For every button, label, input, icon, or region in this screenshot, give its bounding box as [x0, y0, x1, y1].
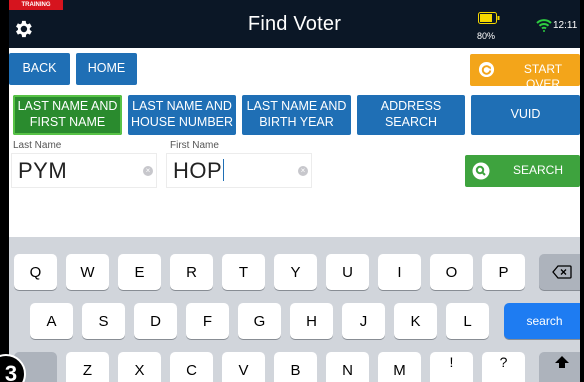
- key-r[interactable]: R: [170, 254, 213, 290]
- key-x[interactable]: X: [118, 352, 161, 382]
- key-i[interactable]: I: [378, 254, 421, 290]
- wifi-icon: [536, 19, 552, 32]
- key-a[interactable]: A: [30, 303, 73, 339]
- training-badge: TRAINING: [9, 0, 63, 10]
- key-q[interactable]: Q: [14, 254, 57, 290]
- key-w[interactable]: W: [66, 254, 109, 290]
- key-g[interactable]: G: [238, 303, 281, 339]
- title-bar: TRAINING Find Voter 80% 12:11 PM: [9, 0, 584, 48]
- last-name-label: Last Name: [13, 140, 62, 151]
- keyboard-search-key[interactable]: search: [504, 303, 584, 339]
- key-f[interactable]: F: [186, 303, 229, 339]
- key-b[interactable]: B: [274, 352, 317, 382]
- key-o[interactable]: O: [430, 254, 473, 290]
- key-v[interactable]: V: [222, 352, 265, 382]
- home-button[interactable]: HOME: [76, 53, 137, 85]
- shift-right-key[interactable]: [539, 352, 584, 382]
- key-n[interactable]: N: [326, 352, 369, 382]
- clear-first-name-icon[interactable]: ×: [298, 166, 308, 176]
- shift-arrow-icon: [555, 356, 569, 368]
- backspace-icon: [552, 265, 572, 279]
- first-name-field[interactable]: HOP ×: [166, 153, 312, 188]
- key-exclamation[interactable]: !: [430, 352, 473, 382]
- battery-icon: [478, 12, 500, 24]
- clear-last-name-icon[interactable]: ×: [143, 166, 153, 176]
- key-s[interactable]: S: [82, 303, 125, 339]
- key-l[interactable]: L: [446, 303, 489, 339]
- tab-vuid[interactable]: VUID: [471, 95, 580, 135]
- last-name-field[interactable]: PYM ×: [11, 153, 157, 188]
- search-button[interactable]: SEARCH: [465, 155, 580, 187]
- key-j[interactable]: J: [342, 303, 385, 339]
- key-c[interactable]: C: [170, 352, 213, 382]
- start-over-label: START OVER: [523, 62, 563, 91]
- tab-last-name-birth-year[interactable]: LAST NAME AND BIRTH YEAR: [242, 95, 351, 135]
- screen-frame-left: [0, 0, 9, 382]
- key-p[interactable]: P: [482, 254, 525, 290]
- back-button[interactable]: BACK: [9, 53, 70, 85]
- key-k[interactable]: K: [394, 303, 437, 339]
- key-m[interactable]: M: [378, 352, 421, 382]
- first-name-label: First Name: [170, 140, 219, 151]
- key-e[interactable]: E: [118, 254, 161, 290]
- key-h[interactable]: H: [290, 303, 333, 339]
- last-name-value: PYM: [18, 158, 68, 183]
- key-u[interactable]: U: [326, 254, 369, 290]
- key-t[interactable]: T: [222, 254, 265, 290]
- first-name-text: HOP: [173, 158, 223, 183]
- first-name-value: HOP: [173, 158, 225, 184]
- key-y[interactable]: Y: [274, 254, 317, 290]
- backspace-key[interactable]: [539, 254, 584, 290]
- search-icon: [472, 162, 490, 180]
- key-question[interactable]: ?: [482, 352, 525, 382]
- key-z[interactable]: Z: [66, 352, 109, 382]
- key-exclamation-label: !: [449, 354, 454, 370]
- search-label: SEARCH: [513, 163, 564, 177]
- tab-address-search[interactable]: ADDRESS SEARCH: [357, 95, 465, 135]
- text-cursor: [223, 159, 225, 181]
- on-screen-keyboard: Q W E R T Y U I O P A S D F G H J K L se…: [9, 237, 584, 382]
- screen-frame-right: [580, 0, 584, 382]
- key-d[interactable]: D: [134, 303, 177, 339]
- tab-last-name-first-name[interactable]: LAST NAME AND FIRST NAME: [13, 95, 122, 135]
- refresh-icon: [478, 61, 495, 78]
- key-question-label: ?: [499, 354, 508, 370]
- tab-last-name-house-number[interactable]: LAST NAME AND HOUSE NUMBER: [128, 95, 236, 135]
- start-over-button[interactable]: START OVER: [470, 54, 580, 91]
- battery-percent: 80%: [477, 31, 496, 41]
